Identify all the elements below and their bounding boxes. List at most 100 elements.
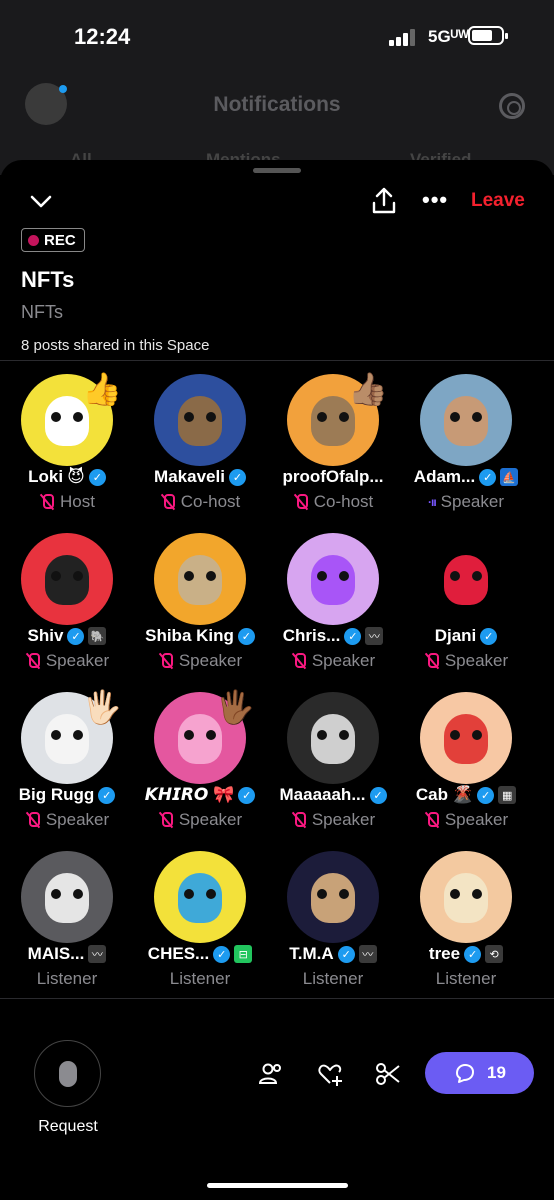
avatar[interactable] bbox=[154, 851, 246, 943]
people-icon[interactable] bbox=[257, 1060, 285, 1088]
participant-role: Speaker bbox=[440, 492, 504, 511]
participant-card[interactable]: Adam... ✓ ⛵ ·ıı Speaker bbox=[399, 370, 533, 520]
mic-muted-icon bbox=[158, 812, 174, 828]
avatar-eye bbox=[317, 730, 327, 740]
affiliate-badge-icon: ⛵ bbox=[500, 468, 519, 486]
scissors-icon[interactable] bbox=[374, 1060, 402, 1088]
status-bar: 12:24 5Gᵁᵂ bbox=[0, 0, 554, 75]
divider bbox=[0, 360, 554, 361]
avatar-eye bbox=[339, 889, 349, 899]
avatar-eye bbox=[51, 571, 61, 581]
verified-badge-icon: ✓ bbox=[98, 786, 116, 804]
verified-badge-icon: ✓ bbox=[477, 786, 495, 804]
participant-role-row: Co-host bbox=[133, 492, 267, 512]
avatar[interactable] bbox=[420, 374, 512, 466]
participant-name: Shiba King bbox=[145, 626, 234, 645]
avatar-eye bbox=[317, 412, 327, 422]
participant-name-row: MAIS... 〰 bbox=[0, 944, 134, 964]
reaction-emoji: 👍🏽 bbox=[348, 371, 388, 407]
avatar[interactable] bbox=[287, 851, 379, 943]
avatar[interactable] bbox=[154, 374, 246, 466]
avatar-eye bbox=[472, 730, 482, 740]
drag-handle[interactable] bbox=[253, 168, 301, 173]
participant-role: Speaker bbox=[45, 810, 110, 829]
avatar[interactable] bbox=[287, 533, 379, 625]
mic-muted-icon bbox=[291, 653, 307, 669]
participant-card[interactable]: 🖐🏻 Big Rugg ✓ Speaker bbox=[0, 688, 134, 838]
mic-muted-icon bbox=[160, 494, 176, 510]
participant-role-row: Speaker bbox=[266, 810, 400, 830]
heart-plus-icon[interactable] bbox=[316, 1060, 344, 1088]
participant-card[interactable]: Maaaaah... ✓ Speaker bbox=[266, 688, 400, 838]
avatar-eye bbox=[206, 889, 216, 899]
verified-badge-icon: ✓ bbox=[213, 945, 231, 963]
participant-role-row: Listener bbox=[399, 969, 533, 989]
comments-button[interactable]: 19 bbox=[425, 1052, 534, 1094]
name-emoji: 😈 bbox=[67, 467, 85, 486]
avatar[interactable] bbox=[21, 533, 113, 625]
affiliate-badge-icon: 〰 bbox=[358, 945, 377, 963]
participant-name: proofOfalp... bbox=[282, 467, 384, 486]
mic-muted-icon bbox=[39, 494, 55, 510]
posts-shared-link[interactable]: 8 posts shared in this Space bbox=[21, 337, 209, 354]
leave-button[interactable]: Leave bbox=[471, 190, 525, 212]
avatar[interactable] bbox=[287, 692, 379, 784]
participant-name-row: 𝙆𝙃𝙄𝙍𝙊 🎀 ✓ bbox=[133, 785, 267, 805]
avatar-eye bbox=[206, 412, 216, 422]
space-title: NFTs bbox=[21, 267, 75, 292]
participant-card[interactable]: 👍🏽 proofOfalp... Co-host bbox=[266, 370, 400, 520]
verified-badge-icon: ✓ bbox=[228, 468, 246, 486]
participant-name: tree bbox=[428, 944, 461, 963]
avatar[interactable] bbox=[420, 533, 512, 625]
avatar-eye bbox=[472, 571, 482, 581]
avatar-eye bbox=[206, 730, 216, 740]
participant-name: Chris... bbox=[282, 626, 341, 645]
avatar-figure bbox=[444, 873, 488, 923]
verified-badge-icon: ✓ bbox=[67, 627, 85, 645]
participant-name-row: Chris... ✓ 〰 bbox=[266, 626, 400, 646]
avatar-eye bbox=[184, 730, 194, 740]
participant-role: Speaker bbox=[311, 810, 376, 829]
mic-muted-icon bbox=[293, 494, 309, 510]
participant-card[interactable]: Shiv ✓ 🐘 Speaker bbox=[0, 529, 134, 679]
avatar[interactable] bbox=[420, 851, 512, 943]
chevron-down-icon[interactable] bbox=[30, 190, 52, 212]
participant-card[interactable]: Makaveli ✓ Co-host bbox=[133, 370, 267, 520]
participant-card[interactable]: MAIS... 〰 Listener bbox=[0, 847, 134, 997]
participant-role: Speaker bbox=[178, 810, 243, 829]
avatar-eye bbox=[339, 571, 349, 581]
share-icon[interactable] bbox=[371, 187, 397, 215]
participant-card[interactable]: Shiba King ✓ Speaker bbox=[133, 529, 267, 679]
participant-name: Shiv bbox=[27, 626, 64, 645]
affiliate-badge-icon: 🐘 bbox=[88, 627, 107, 645]
avatar-eye bbox=[450, 730, 460, 740]
avatar-eye bbox=[73, 412, 83, 422]
request-mic-button[interactable] bbox=[34, 1040, 101, 1107]
avatar-eye bbox=[450, 412, 460, 422]
mic-muted-icon bbox=[424, 812, 440, 828]
participant-card[interactable]: 👍 Loki 😈 ✓ Host bbox=[0, 370, 134, 520]
affiliate-badge-icon: 〰 bbox=[365, 627, 384, 645]
avatar[interactable] bbox=[21, 851, 113, 943]
participant-card[interactable]: Cab 🌋 ✓ ▦ Speaker bbox=[399, 688, 533, 838]
participant-card[interactable]: Chris... ✓ 〰 Speaker bbox=[266, 529, 400, 679]
avatar-eye bbox=[73, 571, 83, 581]
avatar-eye bbox=[472, 889, 482, 899]
verified-badge-icon: ✓ bbox=[480, 627, 498, 645]
more-options-icon[interactable]: ••• bbox=[422, 189, 448, 211]
avatar-figure bbox=[444, 396, 488, 446]
participant-card[interactable]: CHES... ✓ ⊟ Listener bbox=[133, 847, 267, 997]
participant-card[interactable]: T.M.A ✓ 〰 Listener bbox=[266, 847, 400, 997]
participant-card[interactable]: 🖐🏾 𝙆𝙃𝙄𝙍𝙊 🎀 ✓ Speaker bbox=[133, 688, 267, 838]
recording-badge: REC bbox=[21, 228, 85, 252]
participant-role-row: Listener bbox=[266, 969, 400, 989]
avatar[interactable] bbox=[420, 692, 512, 784]
participant-card[interactable]: tree ✓ ⟲ Listener bbox=[399, 847, 533, 997]
participant-name: Adam... bbox=[413, 467, 476, 486]
participant-name: Maaaaah... bbox=[279, 785, 366, 804]
avatar[interactable] bbox=[154, 533, 246, 625]
home-indicator[interactable] bbox=[207, 1183, 348, 1188]
avatar-figure bbox=[178, 396, 222, 446]
participant-card[interactable]: Djani ✓ Speaker bbox=[399, 529, 533, 679]
participant-name-row: Djani ✓ bbox=[399, 626, 533, 646]
